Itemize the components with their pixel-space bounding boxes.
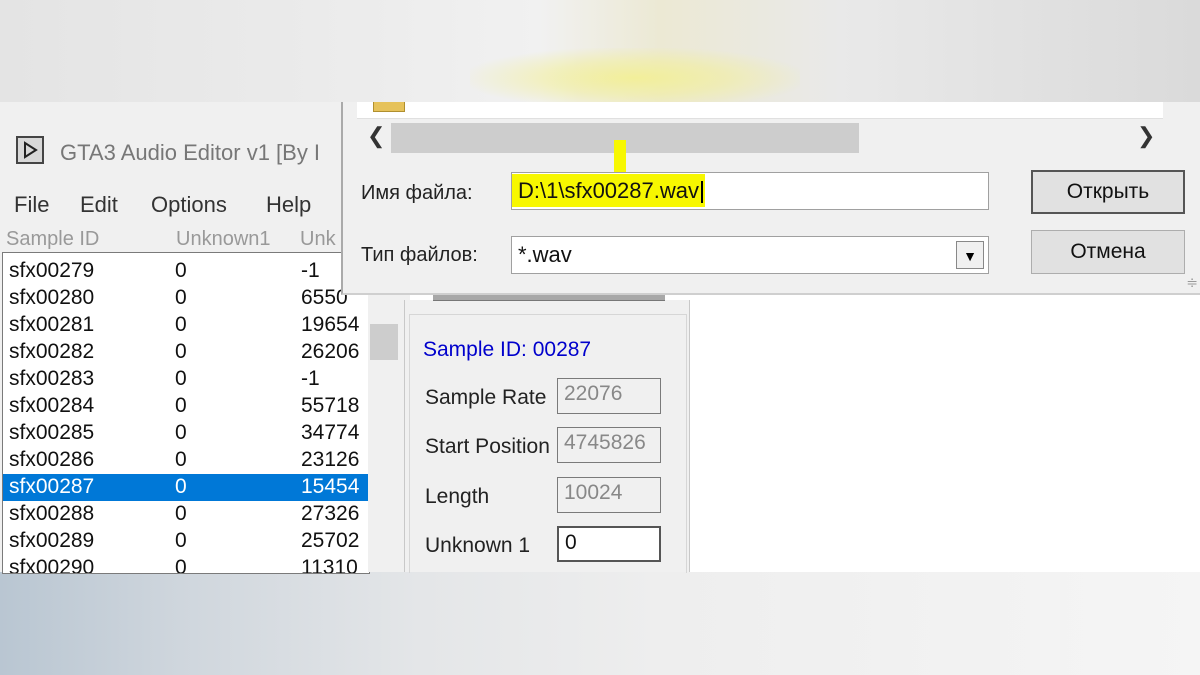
cancel-button[interactable]: Отмена — [1031, 230, 1185, 274]
list-row[interactable]: sfx00286 0 23126 — [3, 447, 369, 474]
filename-value: D:\1\sfx00287.wav — [516, 178, 701, 203]
scroll-left-icon[interactable]: ❮ — [367, 123, 385, 149]
chevron-down-icon[interactable]: ▼ — [956, 241, 984, 269]
row-sample-id: sfx00284 — [9, 394, 95, 417]
row-unknown1: 0 — [175, 448, 187, 471]
row-unknown1: 0 — [175, 259, 187, 282]
app-icon — [16, 136, 44, 164]
list-row[interactable]: sfx00283 0 -1 — [3, 366, 369, 393]
row-unk: 26206 — [301, 340, 360, 363]
row-unknown1: 0 — [175, 367, 187, 390]
column-header-sample-id[interactable]: Sample ID — [6, 228, 99, 251]
list-header: Sample ID Unknown1 Unk — [0, 226, 368, 254]
folder-icon — [373, 102, 405, 112]
row-sample-id: sfx00280 — [9, 286, 95, 309]
row-unk: -1 — [301, 259, 320, 282]
sample-rate-field: 22076 — [557, 378, 661, 414]
row-unk: 11310 — [301, 556, 358, 574]
open-button[interactable]: Открыть — [1031, 170, 1185, 214]
menu-edit[interactable]: Edit — [80, 192, 118, 218]
row-unknown1: 0 — [175, 286, 187, 309]
row-unk: 25702 — [301, 529, 360, 552]
open-file-dialog: ❮ ❯ Имя файла: D:\1\sfx00287.wav Тип фай… — [341, 102, 1200, 295]
row-sample-id: sfx00290 — [9, 556, 95, 574]
sample-list[interactable]: sfx00279 0 -1 sfx00280 0 6550 sfx00281 0… — [2, 252, 370, 574]
list-row[interactable]: sfx00281 0 19654 — [3, 312, 369, 339]
row-unk: -1 — [301, 367, 320, 390]
row-sample-id: sfx00279 — [9, 259, 95, 282]
list-row[interactable]: sfx00290 0 11310 — [3, 555, 369, 574]
row-unk: 55718 — [301, 394, 360, 417]
list-row[interactable]: sfx00280 0 6550 — [3, 285, 369, 312]
start-position-field: 4745826 — [557, 427, 661, 463]
row-unk: 15454 — [301, 475, 360, 498]
blurred-background-bottom — [0, 572, 1200, 675]
list-row-selected[interactable]: sfx00287 0 15454 — [3, 474, 369, 501]
length-label: Length — [425, 485, 490, 508]
row-unk: 19654 — [301, 313, 360, 336]
menu-help[interactable]: Help — [266, 192, 311, 218]
row-unk: 23126 — [301, 448, 360, 471]
file-list[interactable] — [357, 102, 1163, 118]
highlight-glow — [470, 48, 800, 108]
row-unk: 34774 — [301, 421, 360, 444]
start-position-label: Start Position — [425, 435, 550, 458]
row-unknown1: 0 — [175, 502, 187, 525]
row-sample-id: sfx00282 — [9, 340, 95, 363]
row-sample-id: sfx00288 — [9, 502, 95, 525]
row-sample-id: sfx00285 — [9, 421, 95, 444]
row-unknown1: 0 — [175, 421, 187, 444]
row-unknown1: 0 — [175, 394, 187, 417]
row-unknown1: 0 — [175, 475, 187, 498]
list-row[interactable]: sfx00279 0 -1 — [3, 258, 369, 285]
horizontal-scrollbar[interactable]: ❮ ❯ — [357, 118, 1163, 153]
list-row[interactable]: sfx00288 0 27326 — [3, 501, 369, 528]
column-header-unknown1[interactable]: Unknown1 — [176, 228, 271, 251]
unknown1-label: Unknown 1 — [425, 534, 531, 557]
filetype-select[interactable]: *.wav ▼ — [511, 236, 989, 274]
row-sample-id: sfx00281 — [9, 313, 95, 336]
filetype-value: *.wav — [518, 242, 572, 267]
menu-file[interactable]: File — [14, 192, 49, 218]
row-unknown1: 0 — [175, 556, 187, 574]
scroll-right-icon[interactable]: ❯ — [1137, 123, 1155, 149]
row-unk: 27326 — [301, 502, 360, 525]
row-sample-id: sfx00289 — [9, 529, 95, 552]
menu-options[interactable]: Options — [151, 192, 227, 218]
sample-details-panel: Sample ID: 00287 Sample Rate 22076 Start… — [404, 292, 690, 573]
list-row[interactable]: sfx00284 0 55718 — [3, 393, 369, 420]
column-header-unk[interactable]: Unk — [300, 228, 336, 251]
highlight-marker — [614, 140, 626, 172]
unknown1-field[interactable]: 0 — [557, 526, 661, 562]
sample-id-label: Sample ID: 00287 — [423, 338, 592, 361]
list-row[interactable]: sfx00282 0 26206 — [3, 339, 369, 366]
row-unknown1: 0 — [175, 529, 187, 552]
row-unknown1: 0 — [175, 313, 187, 336]
list-row[interactable]: sfx00285 0 34774 — [3, 420, 369, 447]
filetype-label: Тип файлов: — [361, 244, 478, 266]
list-scrollbar[interactable] — [368, 252, 400, 572]
scrollbar-thumb[interactable] — [370, 324, 398, 360]
resize-grip-icon[interactable]: ≑ — [1186, 274, 1198, 291]
sample-rate-label: Sample Rate — [425, 386, 547, 409]
menu-bar: File Edit Options Help — [0, 190, 340, 220]
row-sample-id: sfx00286 — [9, 448, 95, 471]
window-title: GTA3 Audio Editor v1 [By I — [60, 140, 321, 165]
text-caret — [700, 181, 703, 204]
list-row[interactable]: sfx00289 0 25702 — [3, 528, 369, 555]
blurred-background-top — [0, 0, 1200, 108]
row-sample-id: sfx00283 — [9, 367, 95, 390]
row-sample-id: sfx00287 — [9, 475, 95, 498]
filename-label: Имя файла: — [361, 182, 473, 204]
length-field: 10024 — [557, 477, 661, 513]
row-unknown1: 0 — [175, 340, 187, 363]
filename-input[interactable]: D:\1\sfx00287.wav — [511, 172, 989, 210]
